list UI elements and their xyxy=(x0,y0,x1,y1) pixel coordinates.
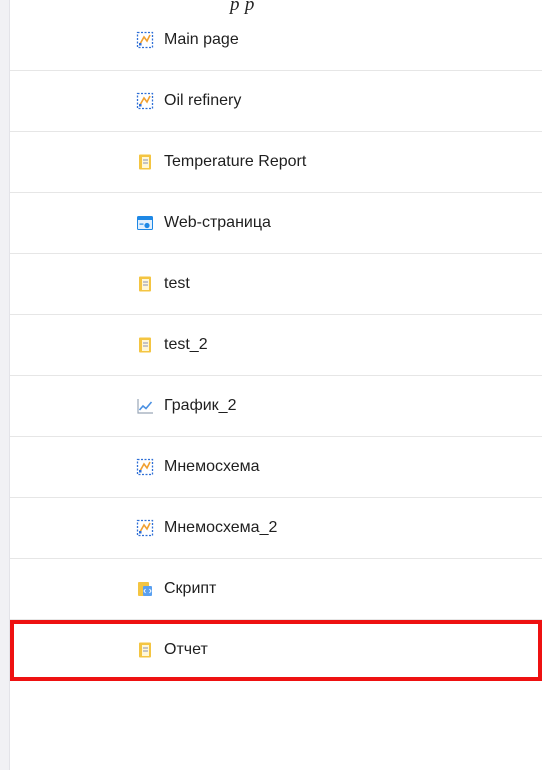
list-item-chart-2[interactable]: График_2 xyxy=(10,376,542,437)
list-item-label: Temperature Report xyxy=(164,153,307,170)
list-item-mnemoscheme-2[interactable]: Мнемосхема_2 xyxy=(10,498,542,559)
list-item-label: Мнемосхема xyxy=(164,458,260,475)
list-item-temperature-report[interactable]: Temperature Report xyxy=(10,132,542,193)
list-item-mnemoscheme[interactable]: Мнемосхема xyxy=(10,437,542,498)
report-icon xyxy=(136,275,154,293)
report-icon xyxy=(136,641,154,659)
mnemoscheme-icon xyxy=(136,519,154,537)
list-item-label: Main page xyxy=(164,31,239,48)
mnemoscheme-icon xyxy=(136,458,154,476)
list-item-report-selected[interactable]: Отчет xyxy=(10,620,542,681)
list-item-main-page[interactable]: Main page xyxy=(10,10,542,71)
mnemoscheme-icon xyxy=(136,92,154,110)
script-icon xyxy=(136,580,154,598)
report-icon xyxy=(136,336,154,354)
list-item-label: test xyxy=(164,275,190,292)
list-item-script[interactable]: Скрипт xyxy=(10,559,542,620)
web-page-icon xyxy=(136,214,154,232)
report-icon xyxy=(136,153,154,171)
panel-left-edge xyxy=(0,0,10,770)
list-item-label: Web-страница xyxy=(164,214,271,231)
item-list: Main page Oil refinery Temperature Repor… xyxy=(10,10,542,681)
list-item-label: Oil refinery xyxy=(164,92,242,109)
list-item-label: Мнемосхема_2 xyxy=(164,519,278,536)
list-item-web-page[interactable]: Web-страница xyxy=(10,193,542,254)
list-item-test-2[interactable]: test_2 xyxy=(10,315,542,376)
list-item-oil-refinery[interactable]: Oil refinery xyxy=(10,71,542,132)
list-item-test[interactable]: test xyxy=(10,254,542,315)
mnemoscheme-icon xyxy=(136,31,154,49)
list-item-label: Скрипт xyxy=(164,580,217,597)
list-item-label: Отчет xyxy=(164,641,208,658)
chart-icon xyxy=(136,397,154,415)
list-item-label: График_2 xyxy=(164,397,237,414)
list-item-label: test_2 xyxy=(164,336,208,353)
